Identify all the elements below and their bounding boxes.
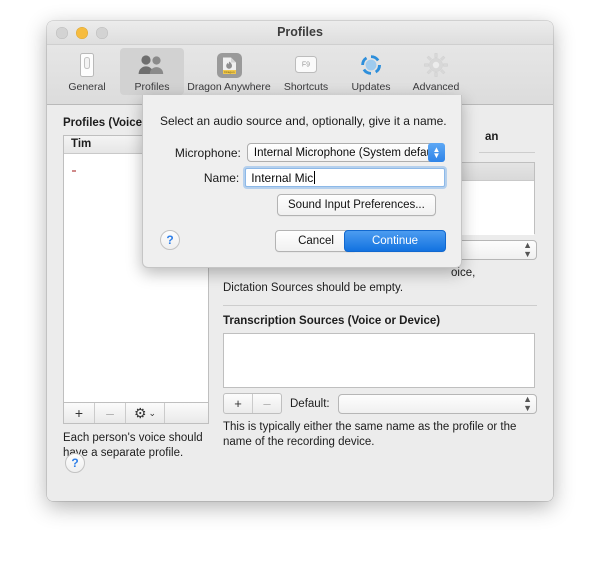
shortcuts-f9-icon: F9 (292, 51, 320, 79)
remove-profile-button[interactable]: – (95, 403, 126, 423)
profile-actions-button[interactable]: ⚙ ⌄ (126, 403, 165, 423)
screenshot-stage: Profiles General Profiles Dragon Dragon … (0, 0, 600, 570)
microphone-select-value: Internal Microphone (System default) (253, 146, 443, 159)
profiles-list-controls: + – ⚙ ⌄ (63, 403, 209, 424)
toolbar-item-general[interactable]: General (55, 48, 119, 95)
toolbar-label-dragon-anywhere: Dragon Anywhere (187, 81, 271, 93)
window-title: Profiles (277, 25, 323, 39)
name-input[interactable]: Internal Mic (245, 168, 445, 187)
chevron-down-icon: ⌄ (148, 407, 157, 418)
transcription-sources-title: Transcription Sources (Voice or Device) (223, 315, 441, 327)
toolbar-item-advanced[interactable]: Advanced (404, 48, 468, 95)
transcription-footer-note: This is typically either the same name a… (223, 421, 517, 448)
profiles-icon (137, 51, 167, 79)
svg-text:Dragon: Dragon (224, 70, 234, 74)
chevron-updown-icon: ▲ ▼ (523, 239, 532, 259)
partial-heading: an (485, 131, 499, 143)
transcription-add-remove-group: + – (223, 393, 282, 414)
remove-transcription-source-button[interactable]: – (253, 394, 281, 413)
toolbar-label-advanced: Advanced (412, 81, 460, 93)
gear-icon: ⚙ (133, 404, 147, 421)
advanced-gear-icon (423, 51, 449, 79)
sheet-help-button[interactable]: ? (160, 230, 180, 250)
dragon-anywhere-icon: Dragon (216, 51, 243, 79)
microphone-select[interactable]: Internal Microphone (System default) ▲ ▼ (246, 143, 445, 162)
toolbar-label-general: General (68, 81, 106, 93)
transcription-sources-listbox[interactable] (223, 333, 535, 388)
profiles-controls-filler (165, 403, 208, 423)
toolbar-item-profiles[interactable]: Profiles (120, 48, 184, 95)
toolbar-label-profiles: Profiles (134, 81, 170, 93)
right-divider-mid (223, 305, 537, 306)
updates-refresh-icon (358, 51, 384, 79)
audio-source-sheet: Select an audio source and, optionally, … (142, 95, 462, 268)
name-label: Name: (203, 170, 240, 185)
name-row: Name: Internal Mic (160, 168, 445, 187)
toolbar-label-shortcuts: Shortcuts (283, 81, 329, 93)
name-input-value: Internal Mic (251, 170, 314, 185)
chevron-updown-icon: ▲ ▼ (523, 393, 532, 413)
toolbar-item-dragon-anywhere[interactable]: Dragon Dragon Anywhere (185, 48, 273, 95)
right-divider-top (479, 152, 535, 153)
window-help-button[interactable]: ? (65, 453, 85, 473)
sheet-message: Select an audio source and, optionally, … (160, 114, 447, 128)
dictation-note-line1: oice, (451, 267, 476, 279)
transcription-default-label: Default: (290, 397, 330, 410)
general-icon (75, 51, 99, 79)
microphone-label: Microphone: (174, 145, 241, 160)
add-transcription-source-button[interactable]: + (224, 394, 253, 413)
window-titlebar: Profiles (47, 21, 553, 45)
dictation-note-line2: Dictation Sources should be empty. (223, 282, 404, 294)
toolbar-item-shortcuts[interactable]: F9 Shortcuts (274, 48, 338, 95)
dictation-note: oice, Dictation Sources should be empty. (223, 266, 537, 296)
profiles-help-note: Each person's voice should have a separa… (63, 432, 203, 459)
microphone-row: Microphone: Internal Microphone (System … (160, 143, 445, 162)
transcription-sources-controls: + – Default: ▲ ▼ (223, 393, 537, 414)
toolbar-label-updates: Updates (351, 81, 391, 93)
toolbar-item-updates[interactable]: Updates (339, 48, 403, 95)
chevron-updown-icon: ▲ ▼ (428, 143, 445, 162)
sound-input-preferences-button[interactable]: Sound Input Preferences... (277, 194, 436, 216)
list-marker-icon (72, 170, 76, 172)
transcription-default-popup[interactable]: ▲ ▼ (337, 393, 537, 414)
text-caret (314, 171, 316, 184)
continue-button[interactable]: Continue (344, 230, 446, 252)
add-profile-button[interactable]: + (64, 403, 95, 423)
svg-text:F9: F9 (302, 62, 310, 69)
